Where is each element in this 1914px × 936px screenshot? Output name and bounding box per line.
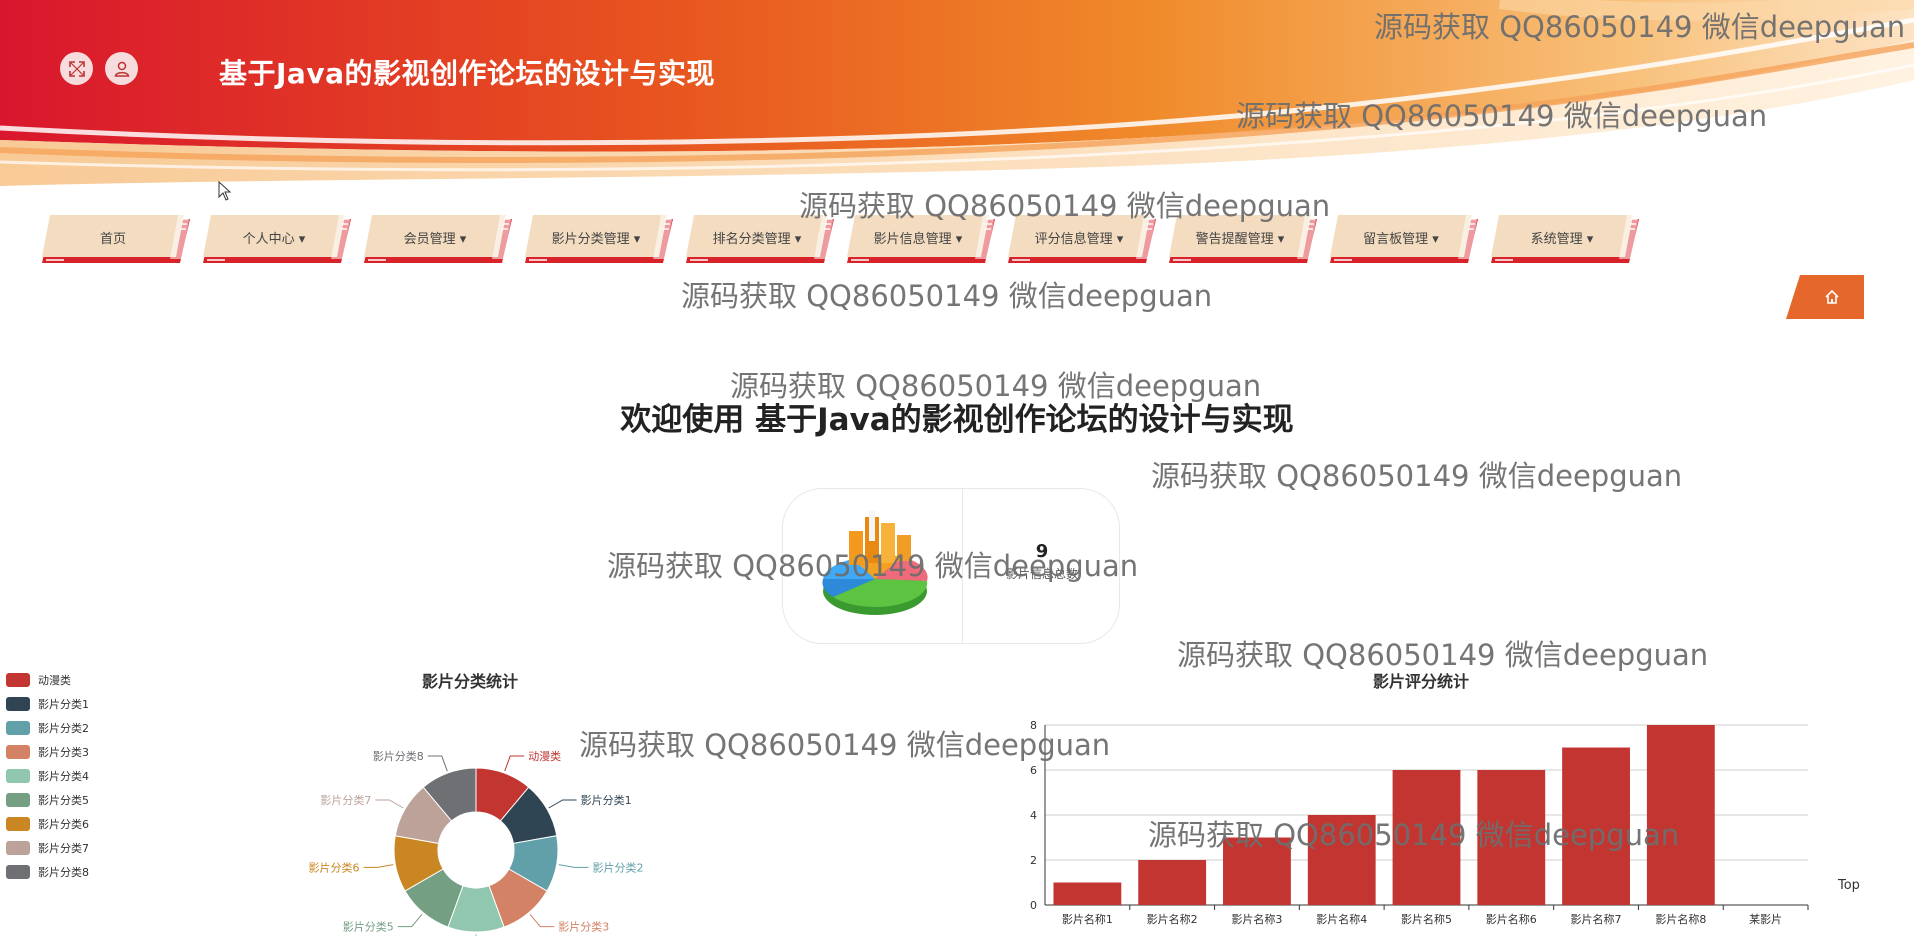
nav-item-label: 个人中心 ▾ [242, 231, 306, 247]
y-tick-label: 8 [1030, 719, 1037, 732]
user-icon [114, 61, 129, 77]
y-tick-label: 2 [1030, 854, 1037, 867]
nav-item[interactable]: 影片分类管理 ▾ [525, 215, 675, 263]
nav-item-label: 留言板管理 ▾ [1363, 231, 1439, 247]
pie-slice-label: 影片分类8 [373, 749, 424, 763]
bar[interactable] [1223, 837, 1291, 906]
pie-chart-3d-icon [822, 511, 928, 615]
x-tick-label: 影片名称2 [1147, 912, 1198, 926]
x-tick-label: 影片名称4 [1316, 912, 1367, 926]
bar[interactable] [1392, 770, 1461, 905]
bar[interactable] [1562, 747, 1630, 906]
nav-item[interactable]: 警告提醒管理 ▾ [1169, 215, 1319, 263]
pie-slice-label: 动漫类 [528, 749, 561, 763]
watermark: 源码获取 QQ86050149 微信deepguan [681, 279, 1213, 313]
nav-item[interactable]: 系统管理 ▾ [1491, 215, 1641, 263]
y-tick-label: 4 [1030, 809, 1037, 822]
app-title: 基于Java的影视创作论坛的设计与实现 [219, 57, 715, 90]
x-tick-label: 影片名称7 [1571, 912, 1622, 926]
bar-chart-title: 影片评分统计 [1373, 672, 1470, 691]
pie-label-line [427, 755, 448, 772]
nav-item-label: 会员管理 ▾ [403, 231, 467, 247]
stat-card: 9 影片信息总数 [782, 488, 1120, 644]
y-tick-label: 6 [1030, 764, 1037, 777]
nav-item[interactable]: 排名分类管理 ▾ [686, 215, 836, 263]
pie-label-line [375, 799, 404, 809]
pie-chart: 动漫类影片分类1影片分类2影片分类3影片分类4影片分类5影片分类6影片分类7影片… [309, 749, 643, 936]
home-shortcut-button[interactable] [1786, 275, 1864, 319]
main-nav: 首页 个人中心 ▾ 会员管理 ▾ 影片分类管理 ▾ 排名分类管理 ▾ 影片信息管理 ▾ 评分… [0, 215, 1914, 265]
bar[interactable] [1307, 815, 1376, 905]
welcome-heading: 欢迎使用 基于Java的影视创作论坛的设计与实现 [620, 402, 1294, 438]
x-tick-label: 影片名称3 [1231, 912, 1282, 926]
nav-item-label: 系统管理 ▾ [1530, 231, 1594, 247]
pie-slice-label: 影片分类2 [592, 860, 643, 874]
x-tick-label: 影片名称5 [1401, 912, 1452, 926]
bar[interactable] [1477, 770, 1546, 905]
bar[interactable] [1138, 860, 1207, 905]
nav-item[interactable]: 会员管理 ▾ [364, 215, 514, 263]
expand-icon [68, 60, 85, 77]
stat-label: 影片信息总数 [1005, 567, 1078, 581]
x-tick-label: 影片名称6 [1486, 912, 1537, 926]
pie-slice-label: 影片分类7 [320, 793, 371, 807]
legend-item[interactable]: 动漫类 [6, 668, 89, 692]
nav-item-label: 排名分类管理 ▾ [712, 231, 802, 247]
pie-label-line [548, 799, 577, 809]
user-button[interactable] [105, 52, 138, 85]
y-tick-label: 0 [1030, 899, 1037, 912]
bar[interactable] [1053, 882, 1122, 906]
pie-slice-label: 影片分类1 [581, 793, 632, 807]
pie-label-line [529, 914, 555, 928]
nav-item-label: 警告提醒管理 ▾ [1195, 231, 1285, 247]
legend-label: 动漫类 [38, 674, 71, 687]
nav-item-label: 评分信息管理 ▾ [1034, 231, 1124, 247]
nav-item[interactable]: 留言板管理 ▾ [1330, 215, 1480, 263]
x-tick-label: 影片名称8 [1655, 912, 1706, 926]
pie-slice-label: 影片分类6 [309, 860, 360, 874]
stat-value: 9 [1035, 541, 1049, 562]
pie-label-line [504, 755, 525, 772]
banner-background [0, 0, 1914, 186]
nav-item-label: 影片分类管理 ▾ [551, 231, 641, 247]
x-tick-label: 某影片 [1749, 913, 1782, 926]
pie-chart-title: 影片分类统计 [422, 672, 519, 691]
fullscreen-button[interactable] [60, 52, 93, 85]
pie-label-line [363, 864, 394, 868]
pie-slice-label: 影片分类3 [558, 920, 609, 934]
x-tick-label: 影片名称1 [1062, 912, 1113, 926]
bar[interactable] [1646, 725, 1715, 905]
mouse-cursor-icon [218, 181, 232, 201]
nav-item[interactable]: 首页 [42, 215, 192, 263]
pie-label-line [558, 864, 589, 868]
bar-chart: 0 2 4 6 8 影片名称1 影片名称2 影片名称3 影片名称4 影片名称5 影片名称6 影片名称7… [1030, 719, 1809, 926]
home-icon [1825, 289, 1839, 304]
nav-item[interactable]: 评分信息管理 ▾ [1008, 215, 1158, 263]
pie-slice-label: 影片分类5 [343, 920, 394, 934]
legend-swatch [6, 673, 30, 687]
back-to-top-link[interactable]: Top [1838, 878, 1860, 893]
pie-label-line [397, 914, 423, 928]
nav-item-label: 首页 [99, 231, 126, 247]
nav-item[interactable]: 影片信息管理 ▾ [847, 215, 997, 263]
watermark: 源码获取 QQ86050149 微信deepguan [1151, 459, 1683, 493]
nav-item[interactable]: 个人中心 ▾ [203, 215, 353, 263]
nav-item-label: 影片信息管理 ▾ [873, 231, 963, 247]
header-banner [0, 0, 1914, 190]
